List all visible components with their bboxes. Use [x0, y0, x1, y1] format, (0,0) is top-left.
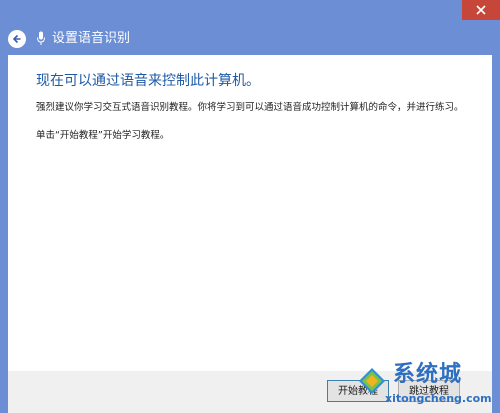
content-panel: 现在可以通过语音来控制此计算机。 强烈建议你学习交互式语音识别教程。你将学习到可… [8, 55, 492, 371]
speech-setup-window: 设置语音识别 现在可以通过语音来控制此计算机。 强烈建议你学习交互式语音识别教程… [0, 0, 500, 413]
instruction-text: 强烈建议你学习交互式语音识别教程。你将学习到可以通过语音成功控制计算机的命令，并… [36, 102, 464, 113]
brand-logo-icon [359, 368, 385, 394]
back-button[interactable] [8, 30, 26, 48]
watermark-brand: 系统城 [393, 362, 463, 387]
microphone-icon [37, 31, 45, 45]
start-hint-text: 单击“开始教程”开始学习教程。 [36, 130, 170, 141]
back-arrow-icon [12, 34, 21, 44]
watermark: 系统城 xitongcheng.com [357, 360, 497, 410]
title-bar: 设置语音识别 [0, 24, 500, 54]
close-button[interactable] [462, 0, 500, 20]
window-title: 设置语音识别 [52, 31, 131, 46]
watermark-url: xitongcheng.com [385, 392, 492, 405]
close-icon [476, 5, 486, 15]
page-heading: 现在可以通过语音来控制此计算机。 [36, 73, 260, 89]
